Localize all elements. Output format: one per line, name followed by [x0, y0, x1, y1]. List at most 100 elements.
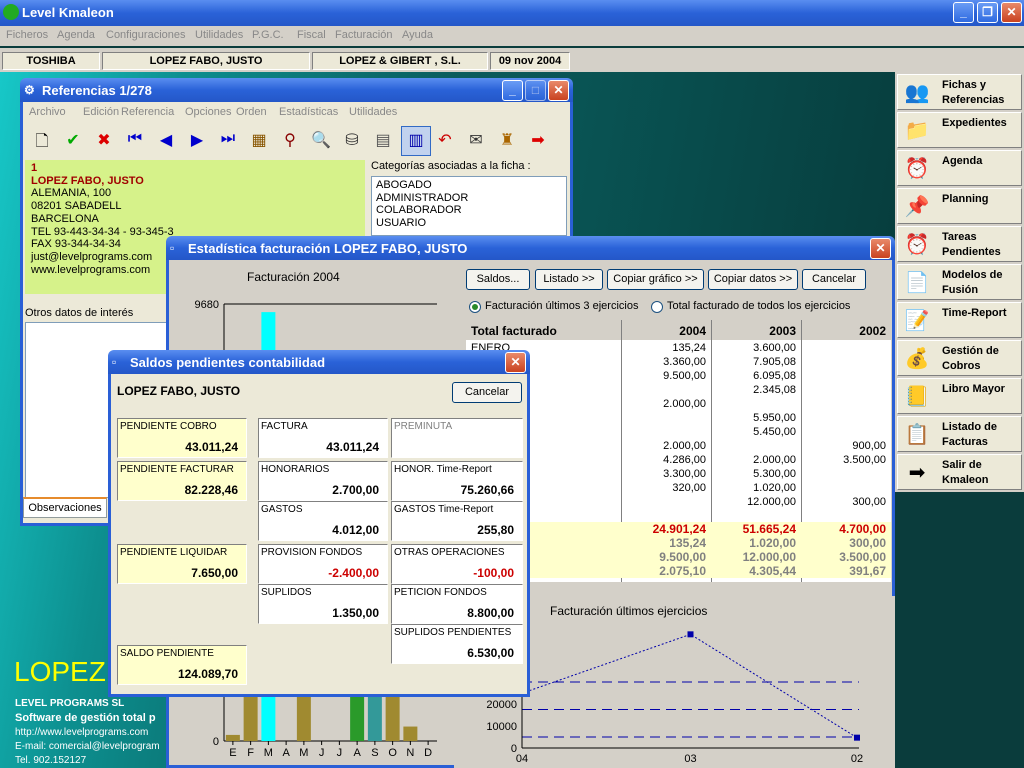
- category-item[interactable]: ADMINISTRADOR: [376, 192, 562, 205]
- menu-facturacion[interactable]: Facturación: [335, 29, 392, 41]
- header-2002: 2002: [859, 324, 886, 338]
- sidebar-item-report[interactable]: 📝 Time-Report: [897, 302, 1022, 338]
- sidebar-item-label: Gestión de Cobros: [942, 345, 999, 372]
- saldos-button[interactable]: Saldos...: [466, 269, 530, 290]
- copiar-grafico-button[interactable]: Copiar gráfico >>: [607, 269, 704, 290]
- ref-menu-item[interactable]: Orden: [236, 106, 267, 118]
- minimize-icon[interactable]: _: [953, 2, 974, 23]
- sidebar-item-coins[interactable]: 💰 Gestión de Cobros: [897, 340, 1022, 376]
- total-2004: 24.901,24: [652, 522, 706, 536]
- saldo-label: GASTOS Time-Report: [394, 504, 494, 515]
- ref-menu-item[interactable]: Opciones: [185, 106, 231, 118]
- menu-configuraciones[interactable]: Configuraciones: [106, 29, 186, 41]
- saldo-value: 82.228,46: [184, 483, 238, 497]
- saldos-cancel-button[interactable]: Cancelar: [452, 382, 522, 403]
- sidebar-item-people[interactable]: 👥 Fichas y Referencias: [897, 74, 1022, 110]
- menu-ficheros[interactable]: Ficheros: [6, 29, 48, 41]
- binoculars-icon[interactable]: ⚲: [279, 130, 301, 152]
- saldo-value: 43.011,24: [185, 440, 238, 454]
- sub-2003: 12.000,00: [742, 550, 796, 564]
- maximize-icon[interactable]: □: [525, 80, 546, 101]
- last-icon[interactable]: ⏭: [217, 130, 239, 152]
- pushpin-icon: 📌: [904, 196, 930, 218]
- database-icon[interactable]: ⛁: [341, 130, 363, 152]
- sidebar-item-label: Tareas Pendientes: [942, 231, 1001, 258]
- radio-todos[interactable]: [651, 301, 663, 313]
- sidebar-item-folder[interactable]: 📁 Expedientes: [897, 112, 1022, 148]
- saldo-label: HONORARIOS: [261, 464, 330, 475]
- copiar-datos-button[interactable]: Copiar datos >>: [708, 269, 798, 290]
- cell-2003: 2.345,08: [753, 384, 796, 396]
- close-icon[interactable]: ✕: [870, 238, 891, 259]
- exit-arrow-icon[interactable]: ➡: [527, 130, 549, 152]
- menu-fiscal[interactable]: Fiscal: [297, 29, 326, 41]
- sidebar-item-ledger[interactable]: 📒 Libro Mayor: [897, 378, 1022, 414]
- sidebar-item-clock[interactable]: ⏰ Agenda: [897, 150, 1022, 186]
- people-icon: 👥: [904, 82, 930, 104]
- ref-menu-item[interactable]: Edición: [83, 106, 119, 118]
- sidebar-item-document[interactable]: 📄 Modelos de Fusión: [897, 264, 1022, 300]
- saldo-label: SUPLIDOS: [261, 587, 312, 598]
- x-tick-label: A: [353, 747, 361, 759]
- menu-pgc[interactable]: P.G.C.: [252, 29, 284, 41]
- close-icon[interactable]: ✕: [505, 352, 526, 373]
- undo-icon[interactable]: ↶: [434, 130, 456, 152]
- category-item[interactable]: USUARIO: [376, 217, 562, 230]
- search-icon[interactable]: 🔍: [310, 130, 332, 152]
- sub-2004: 9.500,00: [659, 550, 706, 564]
- saldo-cell-preminuta: PREMINUTA: [391, 418, 523, 458]
- sidebar-item-alarm[interactable]: ⏰ Tareas Pendientes: [897, 226, 1022, 262]
- close-icon[interactable]: ✕: [548, 80, 569, 101]
- menu-utilidades[interactable]: Utilidades: [195, 29, 243, 41]
- chart-icon[interactable]: ▥: [401, 126, 431, 156]
- close-icon[interactable]: ✕: [1001, 2, 1022, 23]
- new-icon[interactable]: 🗋: [31, 130, 53, 152]
- bar: [225, 734, 240, 741]
- mail-icon[interactable]: ✉: [465, 130, 487, 152]
- saldo-value: 43.011,24: [326, 440, 379, 454]
- grid-icon[interactable]: ▦: [248, 130, 270, 152]
- categories-list[interactable]: ABOGADO ADMINISTRADOR COLABORADOR USUARI…: [371, 176, 567, 236]
- sidebar-item-pushpin[interactable]: 📌 Planning: [897, 188, 1022, 224]
- saldo-label: PETICION FONDOS: [394, 587, 487, 598]
- saldo-cell-peticion: PETICION FONDOS 8.800,00: [391, 584, 523, 624]
- saldo-cell-sup-pend: SUPLIDOS PENDIENTES 6.530,00: [391, 624, 523, 664]
- x-tick-label: O: [388, 747, 397, 759]
- category-item[interactable]: ABOGADO: [376, 179, 562, 192]
- ref-menu-item[interactable]: Referencia: [121, 106, 174, 118]
- ref-menu-item[interactable]: Estadísticas: [279, 106, 338, 118]
- referencias-titlebar: ⚙ Referencias 1/278 _ □ ✕: [20, 78, 573, 102]
- x-tick-label: M: [264, 747, 273, 759]
- saldo-value: -100,00: [473, 566, 514, 580]
- prev-icon[interactable]: ◀: [155, 130, 177, 152]
- menu-agenda[interactable]: Agenda: [57, 29, 95, 41]
- saldo-value: 75.260,66: [460, 483, 514, 497]
- sidebar-item-label: Time-Report: [942, 307, 1007, 319]
- cancelar-button[interactable]: Cancelar: [802, 269, 866, 290]
- x-tick-label: J: [319, 747, 325, 759]
- minimize-icon[interactable]: _: [502, 80, 523, 101]
- listado-button[interactable]: Listado >>: [535, 269, 603, 290]
- first-icon[interactable]: ⏮: [124, 130, 146, 152]
- cell-2003: 6.095,08: [753, 370, 796, 382]
- list-icon: 📋: [904, 424, 930, 446]
- next-icon[interactable]: ▶: [186, 130, 208, 152]
- sub-2003: 1.020,00: [749, 536, 796, 550]
- cancel-icon[interactable]: ✖: [93, 130, 115, 152]
- sub-2002: 3.500,00: [839, 550, 886, 564]
- sidebar-item-exit[interactable]: ➡ Salir de Kmaleon: [897, 454, 1022, 490]
- check-icon[interactable]: ✔: [62, 130, 84, 152]
- menu-ayuda[interactable]: Ayuda: [402, 29, 433, 41]
- total-2003: 51.665,24: [742, 522, 796, 536]
- ref-menu-item[interactable]: Archivo: [29, 106, 66, 118]
- page-icon[interactable]: ▤: [372, 130, 394, 152]
- category-item[interactable]: COLABORADOR: [376, 204, 562, 217]
- sidebar-item-list[interactable]: 📋 Listado de Facturas: [897, 416, 1022, 452]
- radio-ultimos[interactable]: [469, 301, 481, 313]
- ref-menu-item[interactable]: Utilidades: [349, 106, 397, 118]
- window-icon: ⚙: [24, 83, 35, 97]
- tab-observaciones[interactable]: Observaciones: [23, 497, 107, 518]
- user-icon[interactable]: ♜: [496, 130, 518, 152]
- restore-icon[interactable]: ❐: [977, 2, 998, 23]
- saldo-cell-pend-cobro: PENDIENTE COBRO 43.011,24: [117, 418, 247, 458]
